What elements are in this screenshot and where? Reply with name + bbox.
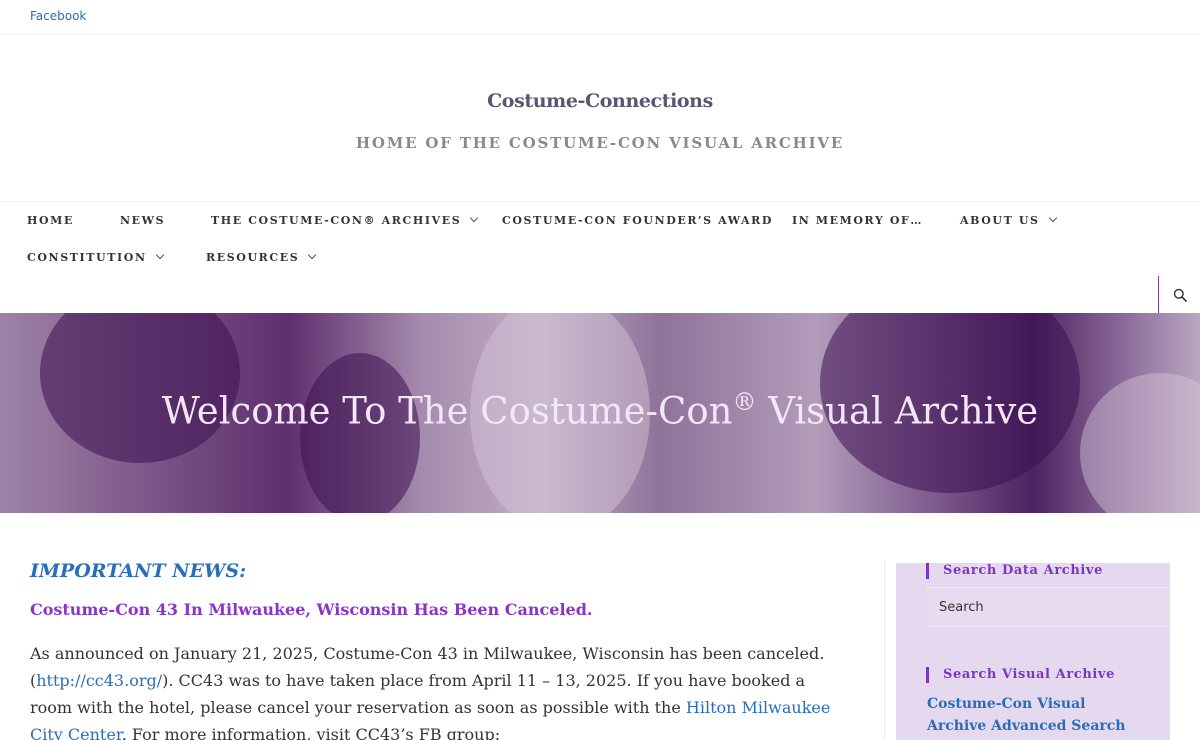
news-text: . For more information, visit CC43’s FB … xyxy=(121,725,501,740)
nav-item-label: NEWS xyxy=(120,214,166,227)
news-subheading: Costume-Con 43 In Milwaukee, Wisconsin H… xyxy=(30,600,593,619)
chevron-down-icon xyxy=(470,213,479,223)
chevron-down-icon xyxy=(155,250,164,260)
main-navigation: HOME NEWS THE COSTUME-CON® ARCHIVES COST… xyxy=(0,201,1200,314)
content-divider xyxy=(884,560,885,740)
search-data-archive-title: Search Data Archive xyxy=(926,563,1103,579)
nav-item-news[interactable]: NEWS xyxy=(120,214,165,227)
site-tagline: HOME OF THE COSTUME-CON VISUAL ARCHIVE xyxy=(355,134,845,152)
nav-item-label: CONSTITUTION xyxy=(27,251,147,264)
nav-search-button[interactable] xyxy=(1158,276,1200,314)
sidebar: Search Data Archive Search Search Visual… xyxy=(896,563,1170,740)
nav-item-label: IN MEMORY OF… xyxy=(792,214,924,227)
nav-item-home[interactable]: HOME xyxy=(27,214,74,227)
nav-item-archives[interactable]: THE COSTUME-CON® ARCHIVES xyxy=(211,213,479,227)
nav-item-label: RESOURCES xyxy=(206,251,300,264)
nav-item-label: THE COSTUME-CON® ARCHIVES xyxy=(211,214,462,227)
search-input[interactable]: Search xyxy=(926,587,1170,627)
site-title[interactable]: Costume-Connections xyxy=(0,90,1200,112)
facebook-link[interactable]: Facebook xyxy=(30,9,86,23)
chevron-down-icon xyxy=(308,250,317,260)
nav-item-resources[interactable]: RESOURCES xyxy=(206,250,317,264)
nav-item-label: COSTUME-CON FOUNDER’S AWARD xyxy=(502,214,773,227)
chevron-down-icon xyxy=(1048,213,1057,223)
search-visual-archive-title: Search Visual Archive xyxy=(926,667,1115,683)
nav-item-in-memory[interactable]: IN MEMORY OF… xyxy=(792,214,923,227)
hero-title-text-end: Visual Archive xyxy=(756,389,1039,433)
nav-item-constitution[interactable]: CONSTITUTION xyxy=(27,250,164,264)
nav-item-label: ABOUT US xyxy=(960,214,1040,227)
registered-mark: ® xyxy=(732,388,757,416)
search-icon xyxy=(1173,288,1187,302)
hero-title: Welcome To The Costume-Con® Visual Archi… xyxy=(0,388,1200,432)
nav-item-about-us[interactable]: ABOUT US xyxy=(960,213,1057,227)
nav-item-founders-award[interactable]: COSTUME-CON FOUNDER’S AWARD xyxy=(502,214,773,227)
top-bar: Facebook xyxy=(0,0,1200,35)
hero-banner: Welcome To The Costume-Con® Visual Archi… xyxy=(0,313,1200,513)
visual-archive-search-link[interactable]: Costume-Con Visual Archive Advanced Sear… xyxy=(927,693,1147,737)
hero-shadow xyxy=(300,353,420,513)
news-heading: IMPORTANT NEWS: xyxy=(30,560,247,582)
hero-title-text: Welcome To The Costume-Con xyxy=(161,389,733,433)
site-header: Costume-Connections HOME OF THE COSTUME-… xyxy=(0,35,1200,201)
news-body: As announced on January 21, 2025, Costum… xyxy=(30,640,845,740)
cc43-link[interactable]: http://cc43.org/ xyxy=(36,671,162,690)
main-content: IMPORTANT NEWS: Costume-Con 43 In Milwau… xyxy=(30,560,850,740)
nav-item-label: HOME xyxy=(27,214,74,227)
